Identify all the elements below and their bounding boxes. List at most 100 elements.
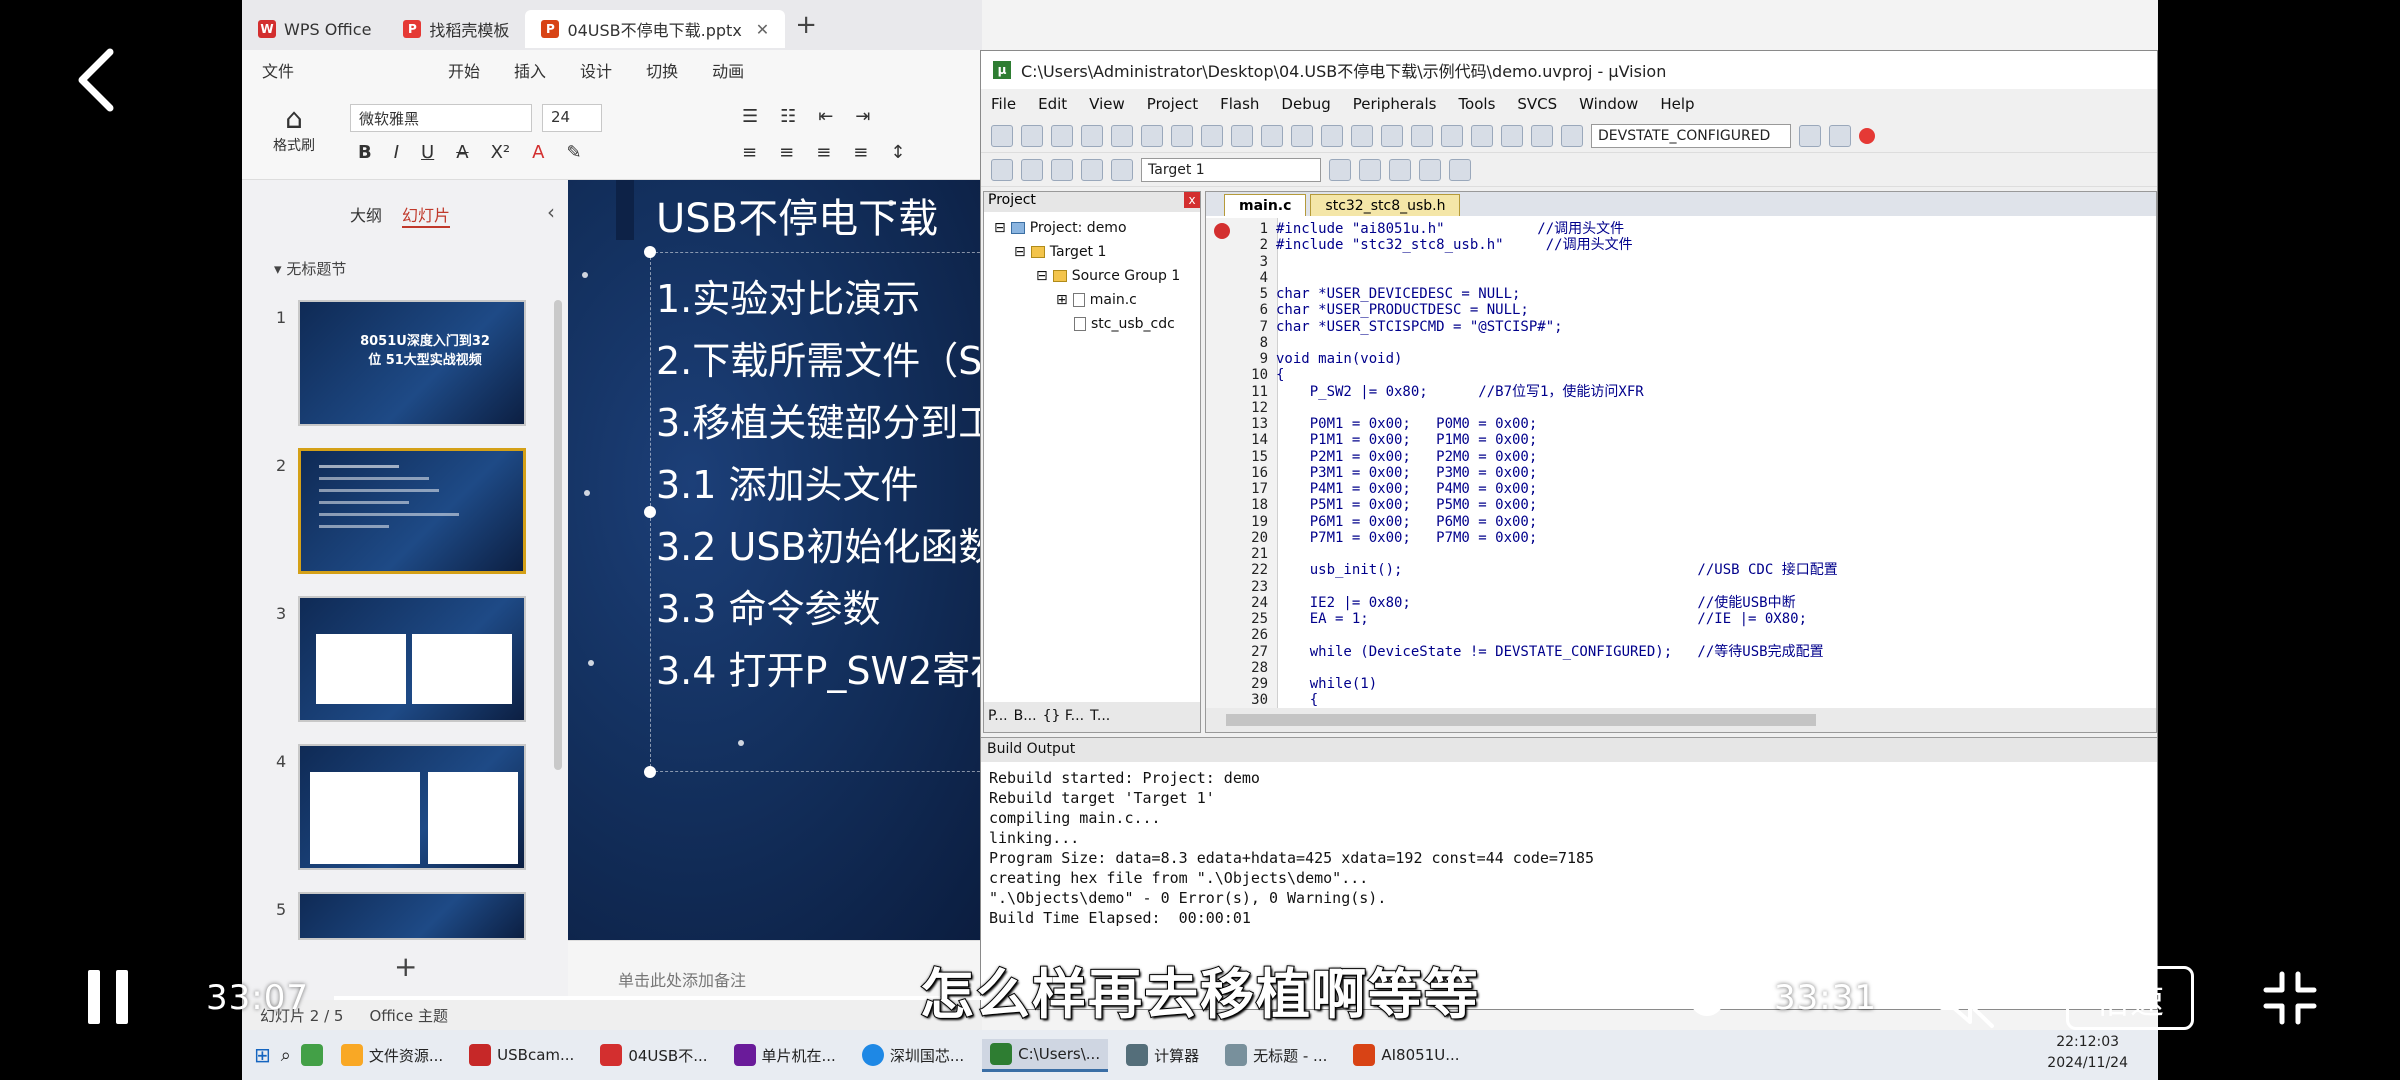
unindent-icon[interactable] bbox=[1471, 124, 1493, 147]
code-line[interactable]: 11 P_SW2 |= 0x80; //B7位写1，使能访问XFR bbox=[1206, 384, 2156, 400]
font-color-icon[interactable]: A bbox=[532, 142, 544, 163]
collapse-panel-icon[interactable]: ‹ bbox=[547, 200, 555, 224]
build-output-text[interactable]: Rebuild started: Project: demo Rebuild ta… bbox=[981, 762, 2157, 934]
code-line[interactable]: 16 P3M1 = 0x00; P3M0 = 0x00; bbox=[1206, 465, 2156, 481]
menu-svcs[interactable]: SVCS bbox=[1517, 95, 1557, 113]
comment-icon[interactable] bbox=[1501, 124, 1523, 147]
mute-icon[interactable] bbox=[1936, 970, 1996, 1030]
outdent-icon[interactable]: ⇥ bbox=[855, 106, 870, 127]
resize-handle[interactable] bbox=[644, 246, 656, 258]
cut-icon[interactable] bbox=[1111, 124, 1133, 147]
scroll-thumb[interactable] bbox=[1226, 714, 1816, 726]
font-size-select[interactable]: 24 bbox=[542, 104, 602, 132]
theme-name[interactable]: Office 主题 bbox=[369, 1005, 448, 1026]
code-line[interactable]: 25 EA = 1; //IE |= 0X80; bbox=[1206, 611, 2156, 627]
target-select[interactable]: Target 1 bbox=[1141, 157, 1321, 182]
code-line[interactable]: 12 bbox=[1206, 400, 2156, 416]
code-line[interactable]: 29 while(1) bbox=[1206, 676, 2156, 692]
pack-installer-icon[interactable] bbox=[1449, 158, 1471, 181]
paste-icon[interactable] bbox=[1171, 124, 1193, 147]
align-right-icon[interactable]: ≡ bbox=[816, 142, 831, 163]
nav-forward-icon[interactable] bbox=[1291, 124, 1313, 147]
wps-home-tab[interactable]: W WPS Office bbox=[242, 10, 387, 48]
menu-project[interactable]: Project bbox=[1147, 95, 1198, 113]
breakpoint-icon[interactable] bbox=[1859, 127, 1875, 144]
code-line[interactable]: 3 bbox=[1206, 254, 2156, 270]
code-line[interactable]: 23 bbox=[1206, 579, 2156, 595]
taskbar-item[interactable]: AI8051U... bbox=[1345, 1040, 1467, 1070]
code-line[interactable]: 30 { bbox=[1206, 692, 2156, 708]
taskbar-item[interactable]: USBcam... bbox=[461, 1040, 582, 1070]
code-line[interactable]: 22 usb_init(); //USB CDC 接口配置 bbox=[1206, 562, 2156, 578]
bookmark-icon[interactable] bbox=[1321, 124, 1343, 147]
slide-canvas[interactable]: USB不停电下载 1.实验对比演示 2.下载所需文件（S 3.移植关键部分到工 … bbox=[568, 180, 982, 940]
menu-window[interactable]: Window bbox=[1579, 95, 1638, 113]
rebuild-icon[interactable] bbox=[1051, 158, 1073, 181]
tab-usb-header[interactable]: stc32_stc8_usb.h bbox=[1310, 194, 1461, 216]
uncomment-icon[interactable] bbox=[1531, 124, 1553, 147]
batch-build-icon[interactable] bbox=[1081, 158, 1103, 181]
tab-templates[interactable]: T... bbox=[1090, 708, 1110, 726]
section-name[interactable]: ▾ 无标题节 bbox=[274, 258, 346, 279]
align-center-icon[interactable]: ≡ bbox=[779, 142, 794, 163]
incremental-find-icon[interactable] bbox=[1799, 124, 1821, 147]
playback-speed-button[interactable]: 倍速 bbox=[2066, 966, 2194, 1030]
slide-thumbnail-2[interactable] bbox=[298, 448, 526, 574]
taskbar-item[interactable]: 单片机在... bbox=[726, 1040, 844, 1070]
resize-handle[interactable] bbox=[644, 506, 656, 518]
resize-handle[interactable] bbox=[644, 766, 656, 778]
code-editor[interactable]: main.c stc32_stc8_usb.h 1 #include "ai805… bbox=[1205, 191, 2157, 733]
tree-file-cdc[interactable]: stc_usb_cdc bbox=[1074, 316, 1175, 332]
manage-components-icon[interactable] bbox=[1389, 158, 1411, 181]
find-combo[interactable]: DEVSTATE_CONFIGURED bbox=[1591, 123, 1791, 148]
system-clock[interactable]: 22:12:03 2024/11/24 bbox=[2047, 1032, 2128, 1074]
taskbar-item[interactable]: 无标题 - ... bbox=[1217, 1040, 1335, 1070]
bookmark-clear-icon[interactable] bbox=[1411, 124, 1433, 147]
taskbar-item[interactable]: 文件资源... bbox=[333, 1040, 451, 1070]
redo-icon[interactable] bbox=[1231, 124, 1253, 147]
panel-scrollbar[interactable] bbox=[554, 300, 562, 770]
search-icon[interactable]: ⌕ bbox=[281, 1045, 291, 1066]
code-line[interactable]: 13 P0M1 = 0x00; P0M0 = 0x00; bbox=[1206, 416, 2156, 432]
code-line[interactable]: 9 void main(void) bbox=[1206, 351, 2156, 367]
pptx-document-tab[interactable]: P 04USB不停电下载.pptx ✕ bbox=[525, 10, 786, 48]
bookmark-next-icon[interactable] bbox=[1381, 124, 1403, 147]
code-line[interactable]: 19 P6M1 = 0x00; P6M0 = 0x00; bbox=[1206, 514, 2156, 530]
menu-edit[interactable]: Edit bbox=[1038, 95, 1067, 113]
justify-icon[interactable]: ≡ bbox=[853, 142, 868, 163]
menu-file[interactable]: File bbox=[991, 95, 1016, 113]
align-left-icon[interactable]: ≡ bbox=[742, 142, 757, 163]
tree-file-main[interactable]: ⊞ main.c bbox=[1056, 292, 1137, 308]
italic-icon[interactable]: I bbox=[394, 142, 399, 163]
menu-peripherals[interactable]: Peripherals bbox=[1353, 95, 1437, 113]
file-extensions-icon[interactable] bbox=[1359, 158, 1381, 181]
close-pane-icon[interactable]: x bbox=[1184, 192, 1200, 208]
code-line[interactable]: 7 char *USER_STCISPCMD = "@STCISP#"; bbox=[1206, 319, 2156, 335]
new-file-icon[interactable] bbox=[991, 124, 1013, 147]
menu-file[interactable]: 文件 bbox=[262, 58, 294, 82]
copy-icon[interactable] bbox=[1141, 124, 1163, 147]
code-line[interactable]: 4 bbox=[1206, 270, 2156, 286]
find-in-files-icon[interactable] bbox=[1561, 124, 1583, 147]
indent-icon[interactable] bbox=[1441, 124, 1463, 147]
tab-project[interactable]: P... bbox=[988, 708, 1008, 726]
code-line[interactable]: 15 P2M1 = 0x00; P2M0 = 0x00; bbox=[1206, 449, 2156, 465]
menu-home[interactable]: 开始 bbox=[448, 58, 480, 82]
font-name-select[interactable]: 微软雅黑 bbox=[350, 104, 532, 132]
menu-view[interactable]: View bbox=[1089, 95, 1125, 113]
debug-session-icon[interactable] bbox=[1829, 124, 1851, 147]
editor-hscrollbar[interactable] bbox=[1206, 708, 2156, 732]
code-line[interactable]: 28 bbox=[1206, 660, 2156, 676]
taskbar-item[interactable]: C:\Users\... bbox=[982, 1038, 1109, 1072]
superscript-icon[interactable]: X² bbox=[491, 142, 511, 163]
tree-source-group[interactable]: ⊟ Source Group 1 bbox=[1036, 268, 1180, 284]
target-options-icon[interactable] bbox=[1329, 158, 1351, 181]
open-file-icon[interactable] bbox=[1021, 124, 1043, 147]
highlight-icon[interactable]: ✎ bbox=[566, 142, 581, 163]
select-packs-icon[interactable] bbox=[1419, 158, 1441, 181]
menu-help[interactable]: Help bbox=[1660, 95, 1694, 113]
translate-icon[interactable] bbox=[991, 158, 1013, 181]
code-line[interactable]: 18 P5M1 = 0x00; P5M0 = 0x00; bbox=[1206, 497, 2156, 513]
save-icon[interactable] bbox=[1051, 124, 1073, 147]
template-tab[interactable]: P 找稻壳模板 bbox=[387, 10, 525, 48]
